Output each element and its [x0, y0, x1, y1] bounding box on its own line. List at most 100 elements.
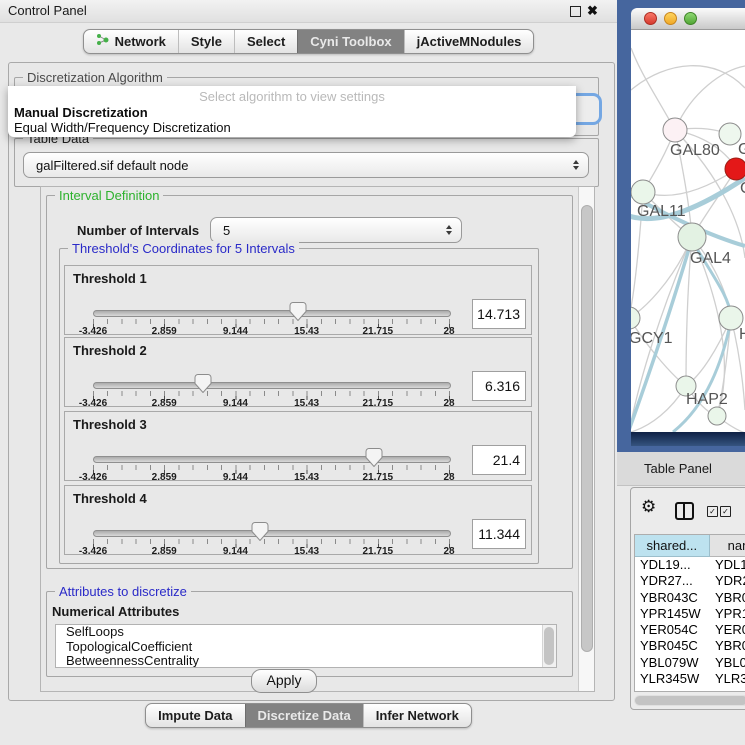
list-item[interactable]: SelfLoops	[56, 625, 556, 640]
tab-infer-network[interactable]: Infer Network	[363, 704, 471, 727]
table-rows: YDL19...YDL1 YDR27...YDR2 YBR043CYBR0 YP…	[635, 557, 745, 690]
control-panel-tabbar: Network Style Select Cyni Toolbox jActiv…	[0, 29, 617, 54]
threshold-value-field[interactable]: 11.344	[472, 519, 526, 549]
window-bottom-shadow	[631, 432, 745, 446]
split-columns-icon[interactable]	[675, 502, 694, 520]
threshold-slider[interactable]: -3.426 2.859 9.144 15.43 21.715 28	[93, 266, 449, 336]
tab-jactivemnodules[interactable]: jActiveMNodules	[404, 30, 534, 53]
table-panel-title: Table Panel	[644, 452, 712, 485]
threshold-slider[interactable]: -3.426 2.859 9.144 15.43 21.715 28	[93, 486, 449, 556]
table-row[interactable]: YIL052CYIL0	[635, 687, 745, 690]
node-label-gal80: GAL80	[670, 142, 720, 159]
tab-impute-data[interactable]: Impute Data	[146, 704, 244, 727]
checkbox-icon[interactable]	[707, 506, 718, 517]
popup-option-equal-width[interactable]: Equal Width/Frequency Discretization	[14, 120, 231, 135]
slider-minor-ticks	[93, 319, 450, 324]
popup-option-manual-discretization[interactable]: Manual Discretization	[14, 105, 148, 120]
node-label-hap2: HAP2	[686, 391, 728, 408]
minimize-traffic-light-icon[interactable]	[664, 12, 677, 25]
scrollbar-thumb[interactable]	[581, 205, 593, 652]
float-panel-icon[interactable]	[570, 6, 581, 17]
attributes-group-label: Attributes to discretize	[55, 584, 191, 599]
slider-minor-ticks	[93, 465, 450, 470]
settings-scrollpane: Interval Definition Number of Intervals …	[40, 186, 595, 692]
table-row[interactable]: YBL079WYBL0	[635, 655, 745, 671]
tab-discretize-data[interactable]: Discretize Data	[245, 704, 363, 727]
thresholds-group: Threshold's Coordinates for 5 Intervals …	[59, 248, 539, 564]
number-of-intervals-combobox[interactable]: 5	[210, 217, 462, 243]
table-row[interactable]: YBR045CYBR0	[635, 638, 745, 654]
scrollbar-thumb[interactable]	[635, 696, 745, 705]
threshold-panel-3: Threshold 3 -3.426 2.859 9.144 15.43	[64, 411, 532, 481]
screen: Control Panel ✖ Network Style Select	[0, 0, 745, 745]
threshold-value-field[interactable]: 21.4	[472, 445, 526, 475]
node-gcy1	[631, 307, 640, 329]
slider-handle[interactable]	[195, 374, 212, 398]
threshold-panel-2: Threshold 2 -3.426 2.859 9.144 15.43	[64, 337, 532, 407]
slider-minor-ticks	[93, 539, 450, 544]
tab-cyni-toolbox[interactable]: Cyni Toolbox	[297, 30, 403, 53]
table-row[interactable]: YLR345WYLR3	[635, 671, 745, 687]
node-label-gal11: GAL11	[637, 203, 686, 220]
apply-button[interactable]: Apply	[251, 669, 317, 693]
interval-definition-label: Interval Definition	[55, 188, 163, 203]
slider-track[interactable]	[93, 456, 451, 463]
slider-tick-labels: -3.426 2.859 9.144 15.43 21.715 28	[93, 472, 449, 484]
node-gal11	[631, 180, 655, 204]
discretization-algorithm-label: Discretization Algorithm	[23, 70, 167, 85]
table-row[interactable]: YBR043CYBR0	[635, 590, 745, 606]
threshold-slider[interactable]: -3.426 2.859 9.144 15.43 21.715 28	[93, 338, 449, 408]
network-window: GAL80 GA C GAL11 GAL4 GCY1 H HAP2	[631, 8, 745, 446]
slider-handle[interactable]	[290, 302, 307, 326]
slider-track[interactable]	[93, 530, 451, 537]
node-label-gcy1: GCY1	[631, 330, 673, 347]
network-canvas[interactable]: GAL80 GA C GAL11 GAL4 GCY1 H HAP2	[631, 30, 745, 432]
node-label-cut-c: C	[740, 180, 745, 197]
close-traffic-light-icon[interactable]	[644, 12, 657, 25]
tab-style[interactable]: Style	[178, 30, 234, 53]
tab-network[interactable]: Network	[84, 30, 178, 53]
interval-definition-group: Interval Definition Number of Intervals …	[46, 195, 573, 569]
column-header-shared-name[interactable]: shared...	[635, 535, 710, 557]
slider-minor-ticks	[93, 391, 450, 396]
list-item[interactable]: BetweennessCentrality	[56, 654, 556, 668]
number-of-intervals-label: Number of Intervals	[77, 223, 199, 238]
slider-track[interactable]	[93, 382, 451, 389]
attributes-group: Attributes to discretize Numerical Attri…	[46, 591, 573, 677]
numerical-attributes-list[interactable]: SelfLoops TopologicalCoefficient Between…	[55, 624, 557, 668]
gear-icon[interactable]: ⚙	[641, 497, 656, 517]
slider-handle[interactable]	[252, 522, 269, 546]
numerical-attributes-label: Numerical Attributes	[52, 604, 179, 619]
table-data-group: Table Data galFiltered.sif default node	[14, 138, 599, 187]
table-row[interactable]: YDR27...YDR2	[635, 573, 745, 589]
table-row[interactable]: YDL19...YDL1	[635, 557, 745, 573]
table-data-combobox[interactable]: galFiltered.sif default node	[23, 152, 589, 178]
table-panel-titlebar: Table Panel	[617, 452, 745, 486]
node-gal4	[678, 223, 706, 251]
network-icon	[96, 30, 110, 53]
node-table: shared... name YDL19...YDL1 YDR27...YDR2…	[634, 534, 745, 692]
right-column: GAL80 GA C GAL11 GAL4 GCY1 H HAP2 Ta	[617, 0, 745, 745]
zoom-traffic-light-icon[interactable]	[684, 12, 697, 25]
tab-select[interactable]: Select	[234, 30, 297, 53]
close-icon[interactable]: ✖	[587, 2, 598, 20]
threshold-slider[interactable]: -3.426 2.859 9.144 15.43 21.715 28	[93, 412, 449, 482]
slider-tick-labels: -3.426 2.859 9.144 15.43 21.715 28	[93, 398, 449, 410]
threshold-value-field[interactable]: 6.316	[472, 371, 526, 401]
threshold-value-field[interactable]: 14.713	[472, 299, 526, 329]
slider-handle[interactable]	[366, 448, 383, 472]
table-row[interactable]: YER054CYER0	[635, 622, 745, 638]
list-scrollbar[interactable]	[542, 625, 556, 667]
checkbox-icon[interactable]	[720, 506, 731, 517]
slider-track[interactable]	[93, 310, 451, 317]
threshold-panel-4: Threshold 4 -3.426 2.859 9.144 15.43	[64, 485, 532, 555]
node-gal80-neighbor	[663, 118, 687, 142]
panel-scrollbar[interactable]	[578, 187, 594, 691]
table-horizontal-scrollbar[interactable]	[634, 695, 745, 706]
control-panel-titlebar: Control Panel ✖	[0, 0, 617, 23]
list-item[interactable]: TopologicalCoefficient	[56, 640, 556, 655]
network-window-titlebar[interactable]	[631, 8, 745, 30]
column-header-name[interactable]: name	[710, 535, 745, 557]
table-row[interactable]: YPR145WYPR1	[635, 606, 745, 622]
table-panel: ⚙ shared... name YDL19...YDL1 YDR27...YD…	[630, 487, 745, 710]
